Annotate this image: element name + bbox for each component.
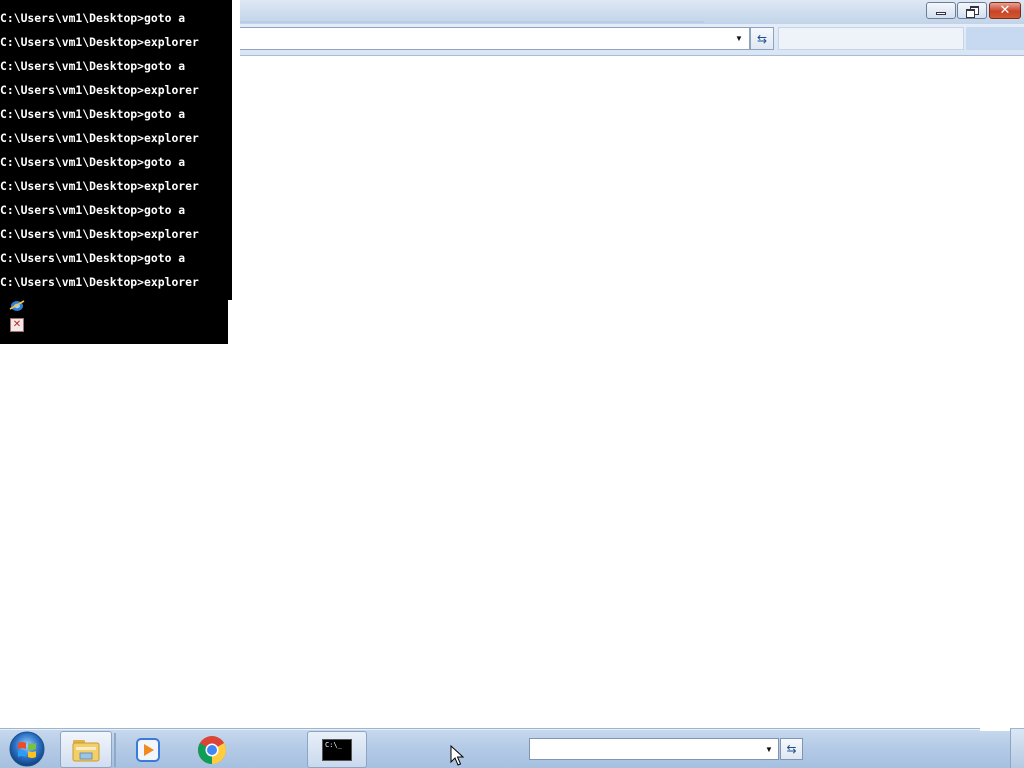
taskbar-windows-media-player[interactable] [122, 731, 174, 768]
windows-logo-icon [9, 731, 45, 767]
chevron-down-icon: ▼ [735, 34, 743, 43]
taskbar-gap [980, 728, 1010, 731]
folder-icon [72, 739, 100, 761]
mouse-cursor-icon [450, 745, 464, 766]
taskbar-address-input[interactable] [529, 738, 779, 760]
broken-image-icon: ✕ [10, 318, 24, 332]
refresh-icon: ⇆ [786, 742, 797, 756]
taskbar-windows-explorer[interactable] [60, 731, 112, 768]
close-icon: ✕ [999, 3, 1011, 18]
close-button[interactable]: ✕ [989, 2, 1021, 19]
cmd-line: C:\Users\vm1\Desktop>explorer [0, 35, 199, 49]
cmd-output[interactable]: C:\Users\vm1\Desktop>goto a C:\Users\vm1… [0, 6, 240, 300]
taskbar-address-dropdown[interactable]: ▼ [761, 739, 777, 759]
show-desktop-button[interactable] [1010, 729, 1024, 768]
start-button[interactable] [5, 730, 49, 768]
taskbar-google-chrome[interactable] [186, 731, 238, 768]
address-bar[interactable] [234, 27, 750, 50]
cmd-line: C:\Users\vm1\Desktop>explorer [0, 83, 199, 97]
desktop: ✕ ▼ ⇆ C:\Users\vm1\Desktop>goto a C:\Use… [0, 0, 1024, 768]
taskbar-command-prompt[interactable]: C:\_ [307, 731, 367, 768]
cmd-line: C:\Users\vm1\Desktop>goto a [0, 251, 186, 265]
taskbar-separator [114, 733, 116, 767]
cmd-line: C:\Users\vm1\Desktop>explorer [0, 227, 199, 241]
cmd-line: C:\Users\vm1\Desktop>goto a [0, 107, 186, 121]
chrome-icon [198, 735, 226, 764]
titlebar-divider [240, 21, 704, 23]
internet-explorer-icon [9, 300, 25, 311]
cmd-line: C:\Users\vm1\Desktop>explorer [0, 131, 199, 145]
cmd-output-lower [0, 300, 228, 344]
media-player-icon [136, 737, 160, 762]
cmd-window-edge [232, 0, 240, 300]
address-dropdown-button[interactable]: ▼ [730, 28, 748, 49]
cmd-icon: C:\_ [322, 738, 352, 761]
cmd-icon-label: C:\_ [325, 740, 342, 749]
taskbar-highlight [0, 729, 980, 730]
search-button[interactable] [966, 27, 1024, 50]
cmd-line: C:\Users\vm1\Desktop>goto a [0, 11, 186, 25]
cmd-line: C:\Users\vm1\Desktop>goto a [0, 203, 186, 217]
refresh-button[interactable]: ⇆ [750, 27, 774, 50]
taskbar-go-button[interactable]: ⇆ [780, 738, 803, 760]
restore-icon [966, 5, 979, 18]
taskbar: C:\_ ▼ ⇆ [0, 728, 1024, 768]
search-input[interactable] [778, 27, 964, 50]
cmd-line: C:\Users\vm1\Desktop>goto a [0, 155, 186, 169]
cmd-line: C:\Users\vm1\Desktop>explorer [0, 179, 199, 193]
refresh-icon: ⇆ [756, 31, 768, 46]
cmd-line: C:\Users\vm1\Desktop>goto a [0, 59, 186, 73]
cmd-line: C:\Users\vm1\Desktop>explorer [0, 275, 199, 289]
command-prompt-window[interactable]: C:\Users\vm1\Desktop>goto a C:\Users\vm1… [0, 0, 240, 344]
minimize-icon [936, 12, 946, 15]
minimize-button[interactable] [926, 2, 956, 19]
chevron-down-icon: ▼ [765, 744, 773, 754]
restore-button[interactable] [957, 2, 987, 19]
